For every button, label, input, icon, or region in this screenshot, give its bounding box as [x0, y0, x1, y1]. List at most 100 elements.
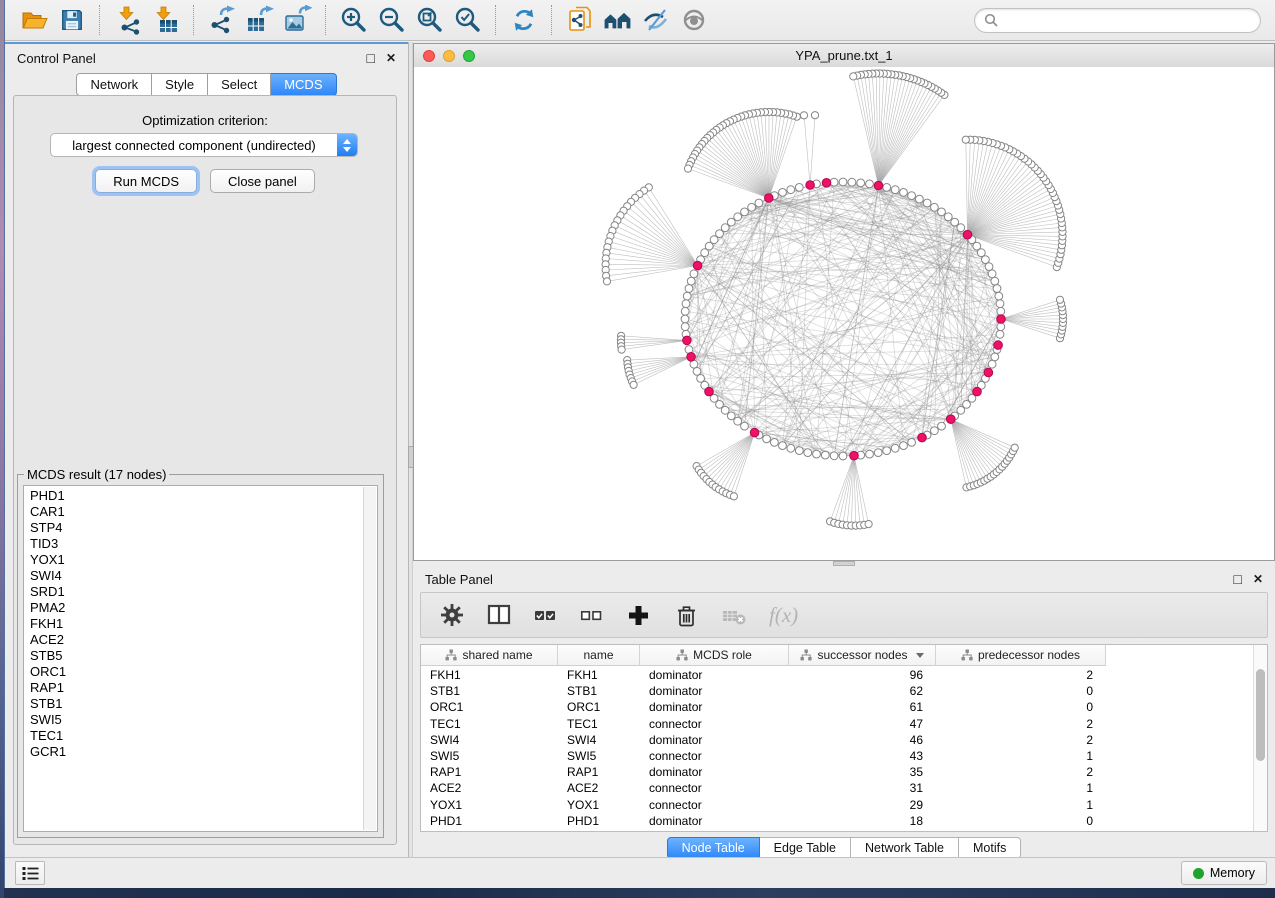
scrollbar-thumb[interactable]	[1256, 669, 1265, 761]
show-panels-button[interactable]	[676, 2, 712, 38]
cell-mcds_role: dominator	[640, 765, 789, 779]
search-input[interactable]	[1003, 10, 1251, 31]
result-item[interactable]: FKH1	[30, 616, 377, 632]
delete-table-icon	[721, 602, 748, 629]
memory-button[interactable]: Memory	[1181, 861, 1267, 885]
tab-style[interactable]: Style	[152, 73, 208, 96]
float-panel-icon[interactable]	[366, 50, 374, 66]
tab-mcds[interactable]: MCDS	[271, 73, 336, 96]
search-box[interactable]	[974, 8, 1261, 33]
result-item[interactable]: ORC1	[30, 664, 377, 680]
float-panel-icon[interactable]	[1233, 571, 1241, 587]
eye-slash-icon	[641, 5, 671, 35]
result-item[interactable]: CAR1	[30, 504, 377, 520]
cell-successor_nodes: 47	[789, 717, 936, 731]
result-item[interactable]: YOX1	[30, 552, 377, 568]
table-row[interactable]: TEC1TEC1connector472	[421, 716, 1254, 732]
table-row[interactable]: FKH1FKH1dominator962	[421, 667, 1254, 683]
open-session-button[interactable]	[16, 2, 52, 38]
cell-successor_nodes: 61	[789, 700, 936, 714]
table-row[interactable]: RAP1RAP1dominator352	[421, 764, 1254, 780]
result-item[interactable]: SWI4	[30, 568, 377, 584]
table-row[interactable]: SWI5SWI5connector431	[421, 748, 1254, 764]
split-view-button[interactable]	[486, 602, 512, 628]
column-header-successor-nodes[interactable]: successor nodes	[789, 645, 936, 666]
table-row[interactable]: YOX1YOX1connector291	[421, 797, 1254, 813]
toolbar-separator	[551, 5, 553, 35]
network-svg[interactable]	[414, 67, 1274, 560]
hide-panels-button[interactable]	[638, 2, 674, 38]
maximize-window-icon[interactable]	[463, 50, 475, 62]
tab-node-table[interactable]: Node Table	[667, 837, 760, 859]
function-builder-button[interactable]: f(x)	[769, 603, 798, 628]
table-scrollbar[interactable]	[1253, 645, 1267, 831]
result-item[interactable]: RAP1	[30, 680, 377, 696]
result-item[interactable]: STB5	[30, 648, 377, 664]
result-item[interactable]: PHD1	[30, 488, 377, 504]
result-item[interactable]: ACE2	[30, 632, 377, 648]
result-item[interactable]: STP4	[30, 520, 377, 536]
result-item[interactable]: TID3	[30, 536, 377, 552]
tab-motifs[interactable]: Motifs	[959, 837, 1021, 859]
column-label: successor nodes	[817, 648, 907, 662]
result-item[interactable]: GCR1	[30, 744, 377, 760]
cell-predecessor_nodes: 2	[936, 717, 1106, 731]
table-row[interactable]: SWI4SWI4dominator462	[421, 732, 1254, 748]
import-table-button[interactable]	[148, 2, 184, 38]
delete-column-button[interactable]	[673, 602, 700, 629]
close-panel-icon[interactable]	[1253, 572, 1263, 586]
network-overview-button[interactable]	[600, 2, 636, 38]
zoom-in-button[interactable]	[336, 2, 372, 38]
network-canvas[interactable]	[414, 67, 1274, 560]
split-view-icon	[486, 602, 512, 628]
export-table-icon	[245, 5, 275, 35]
column-header-predecessor-nodes[interactable]: predecessor nodes	[936, 645, 1106, 666]
export-network-button[interactable]	[204, 2, 240, 38]
deselect-all-button[interactable]	[579, 603, 604, 628]
zoom-selected-button[interactable]	[450, 2, 486, 38]
column-header-name[interactable]: name	[558, 645, 640, 666]
zoom-out-button[interactable]	[374, 2, 410, 38]
add-column-button[interactable]	[625, 602, 652, 629]
tab-select[interactable]: Select	[208, 73, 271, 96]
result-item[interactable]: STB1	[30, 696, 377, 712]
task-history-button[interactable]	[15, 861, 45, 885]
tab-edge-table[interactable]: Edge Table	[760, 837, 851, 859]
table-row[interactable]: ACE2ACE2connector311	[421, 780, 1254, 796]
import-network-button[interactable]	[110, 2, 146, 38]
cell-shared_name: ORC1	[421, 700, 558, 714]
table-settings-button[interactable]	[439, 602, 465, 628]
save-session-button[interactable]	[54, 2, 90, 38]
export-table-button[interactable]	[242, 2, 278, 38]
result-scrollbar[interactable]	[363, 487, 376, 830]
close-panel-button[interactable]: Close panel	[210, 169, 315, 193]
table-row[interactable]: PHD1PHD1dominator180	[421, 813, 1254, 829]
select-all-button[interactable]	[533, 603, 558, 628]
column-type-icon	[445, 649, 457, 661]
table-row[interactable]: ORC1ORC1dominator610	[421, 699, 1254, 715]
node-table: shared namenameMCDS role successor nodes p…	[420, 644, 1268, 832]
close-window-icon[interactable]	[423, 50, 435, 62]
tab-network-table[interactable]: Network Table	[851, 837, 959, 859]
criterion-value: largest connected component (undirected)	[51, 138, 337, 153]
table-row[interactable]: STB1STB1dominator620	[421, 683, 1254, 699]
column-header-shared-name[interactable]: shared name	[421, 645, 558, 666]
criterion-dropdown[interactable]: largest connected component (undirected)	[50, 133, 358, 157]
zoom-fit-button[interactable]	[412, 2, 448, 38]
close-panel-icon[interactable]	[386, 51, 396, 65]
refresh-view-button[interactable]	[506, 2, 542, 38]
result-item[interactable]: PMA2	[30, 600, 377, 616]
column-header-mcds-role[interactable]: MCDS role	[640, 645, 789, 666]
minimize-window-icon[interactable]	[443, 50, 455, 62]
clone-network-button[interactable]	[562, 2, 598, 38]
result-item[interactable]: SWI5	[30, 712, 377, 728]
result-item[interactable]: TEC1	[30, 728, 377, 744]
run-mcds-button[interactable]: Run MCDS	[95, 169, 197, 193]
cell-predecessor_nodes: 0	[936, 684, 1106, 698]
cell-mcds_role: dominator	[640, 814, 789, 828]
delete-table-button[interactable]	[721, 602, 748, 629]
export-image-button[interactable]	[280, 2, 316, 38]
result-item[interactable]: SRD1	[30, 584, 377, 600]
tab-network[interactable]: Network	[76, 73, 152, 96]
deselect-all-icon	[579, 603, 604, 628]
